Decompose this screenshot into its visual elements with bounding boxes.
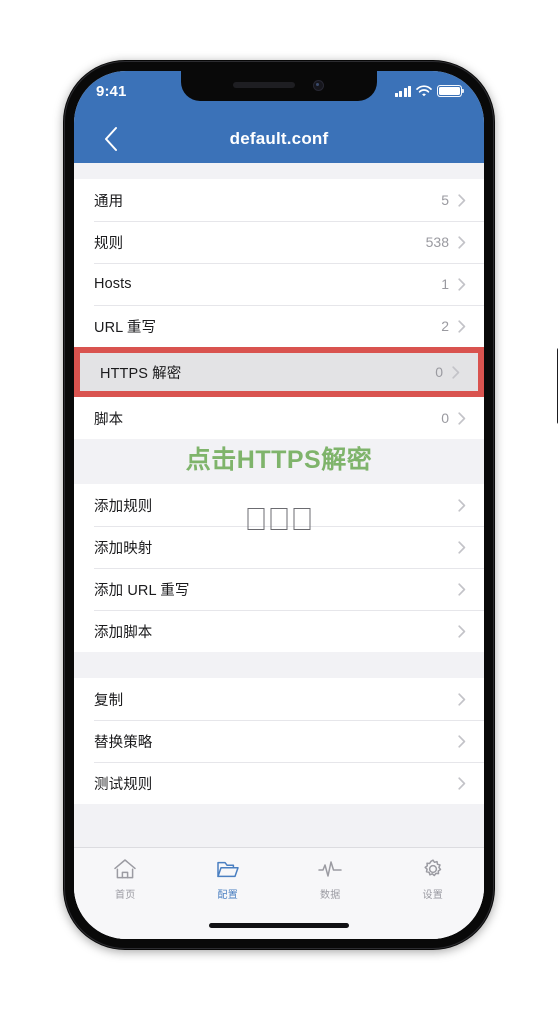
row-label: 脚本 — [94, 411, 124, 428]
row-value: 0 — [435, 364, 443, 380]
chevron-right-icon — [458, 498, 466, 512]
row-label: 复制 — [94, 692, 124, 709]
chevron-right-icon — [458, 776, 466, 790]
row-hosts[interactable]: Hosts 1 — [74, 263, 484, 305]
status-indicators — [394, 85, 464, 97]
highlight-annotation-box: HTTPS 解密 0 — [74, 347, 484, 397]
row-replace-policy[interactable]: 替换策略 — [74, 720, 484, 762]
row-label: 添加脚本 — [94, 624, 153, 641]
home-icon — [114, 859, 136, 879]
settings-content: 通用 5 规则 538 Hosts 1 URL 重写 2 HTTPS 解密 0 … — [74, 163, 484, 939]
annotation-text: 点击HTTPS解密 — [185, 446, 373, 474]
row-label: 测试规则 — [94, 776, 153, 793]
row-add-mapping[interactable]: 添加映射 — [74, 526, 484, 568]
status-time: 9:41 — [96, 83, 127, 100]
chevron-right-icon — [458, 411, 466, 425]
tab-data[interactable]: 数据 — [279, 857, 382, 901]
pulse-icon — [318, 861, 342, 877]
row-value: 0 — [441, 410, 449, 426]
notch — [181, 71, 377, 101]
row-general[interactable]: 通用 5 — [74, 179, 484, 221]
tab-label: 配置 — [217, 890, 239, 901]
section-file-actions: 复制 替换策略 测试规则 — [74, 678, 484, 804]
chevron-right-icon — [458, 193, 466, 207]
tab-settings[interactable]: 设置 — [382, 857, 485, 901]
chevron-right-icon — [458, 319, 466, 333]
section-gap-middle — [74, 652, 484, 678]
row-add-rule[interactable]: 添加规则 — [74, 484, 484, 526]
row-label: 替换策略 — [94, 734, 153, 751]
chevron-right-icon — [458, 624, 466, 638]
chevron-left-icon — [105, 127, 117, 151]
row-add-url-rewrite[interactable]: 添加 URL 重写 — [74, 568, 484, 610]
section-gap-annotation: 点击HTTPS解密 — [74, 439, 484, 484]
row-value: 538 — [425, 234, 449, 250]
navigation-bar: default.conf — [74, 115, 484, 163]
screenshot-stage: 9:41 default.conf 通用 5 规则 538 Hosts 1 UR… — [0, 0, 558, 1024]
section-gap-top — [74, 163, 484, 179]
section-add-actions: 添加规则 添加映射 添加 URL 重写 添加脚本 — [74, 484, 484, 652]
row-copy[interactable]: 复制 — [74, 678, 484, 720]
page-title: default.conf — [229, 129, 329, 148]
chevron-right-icon — [458, 540, 466, 554]
front-camera-icon — [313, 80, 324, 91]
row-label: Hosts — [94, 276, 132, 292]
chevron-right-icon — [458, 235, 466, 249]
section-config-summary: 通用 5 规则 538 Hosts 1 URL 重写 2 HTTPS 解密 0 … — [74, 179, 484, 439]
gear-icon — [424, 859, 441, 877]
row-add-script[interactable]: 添加脚本 — [74, 610, 484, 652]
battery-icon — [437, 85, 464, 97]
row-rules[interactable]: 规则 538 — [74, 221, 484, 263]
tab-label: 设置 — [422, 890, 444, 901]
row-value: 2 — [441, 318, 449, 334]
row-label: 添加规则 — [94, 498, 153, 515]
row-label: HTTPS 解密 — [100, 365, 182, 382]
tab-config[interactable]: 配置 — [177, 857, 280, 901]
wifi-icon — [416, 85, 432, 97]
row-label: 添加 URL 重写 — [94, 582, 190, 599]
cellular-signal-icon — [394, 85, 411, 97]
back-button[interactable] — [94, 119, 128, 159]
row-script[interactable]: 脚本 0 — [74, 397, 484, 439]
chevron-right-icon — [458, 692, 466, 706]
row-label: 通用 — [94, 193, 124, 210]
row-value: 5 — [441, 192, 449, 208]
home-indicator[interactable] — [209, 923, 349, 928]
row-label: URL 重写 — [94, 319, 157, 336]
row-url-rewrite[interactable]: URL 重写 2 — [74, 305, 484, 347]
chevron-right-icon — [458, 582, 466, 596]
tab-home[interactable]: 首页 — [74, 857, 177, 901]
row-label: 添加映射 — [94, 540, 153, 557]
folder-icon — [217, 861, 239, 878]
chevron-right-icon — [458, 734, 466, 748]
row-https-decrypt[interactable]: HTTPS 解密 0 — [80, 353, 478, 391]
row-value: 1 — [441, 276, 449, 292]
tab-label: 首页 — [114, 890, 136, 901]
chevron-right-icon — [452, 365, 460, 379]
phone-screen: 9:41 default.conf 通用 5 规则 538 Hosts 1 UR… — [74, 71, 484, 939]
earpiece-speaker-icon — [233, 82, 295, 88]
row-test-rules[interactable]: 测试规则 — [74, 762, 484, 804]
tab-label: 数据 — [319, 890, 341, 901]
row-label: 规则 — [94, 235, 124, 252]
chevron-right-icon — [458, 277, 466, 291]
